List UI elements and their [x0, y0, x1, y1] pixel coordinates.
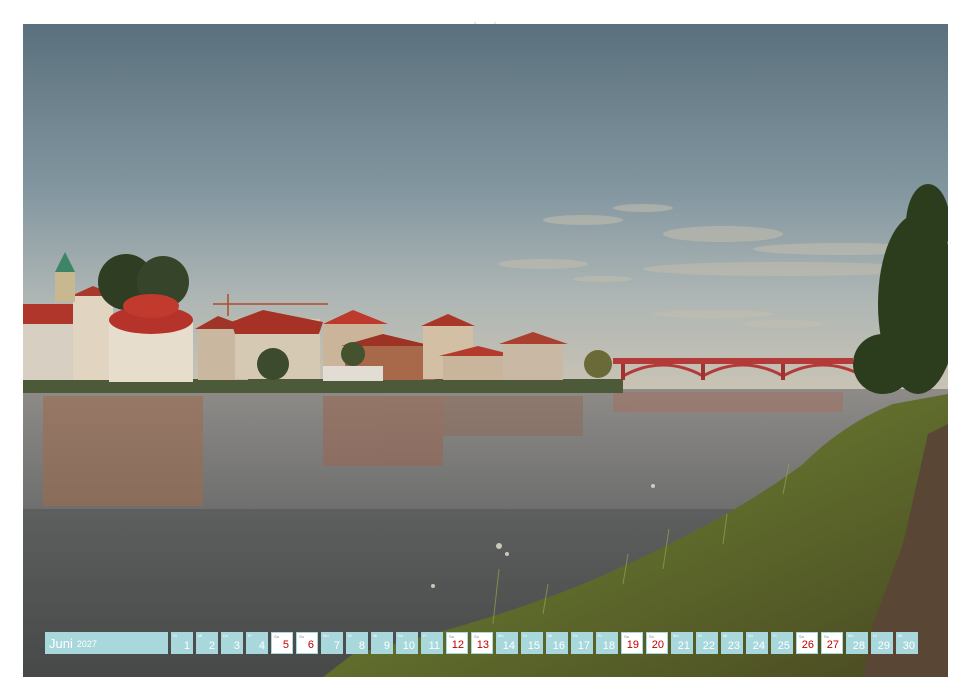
- weekday-abbr: Do: [398, 633, 404, 638]
- weekday-abbr: Mo: [673, 633, 679, 638]
- weekday-abbr: Mi: [198, 633, 203, 638]
- day-number: 26: [801, 639, 814, 651]
- day-number: 8: [358, 640, 365, 652]
- day-number: 17: [577, 640, 590, 652]
- weekday-abbr: Mo: [848, 633, 854, 638]
- weekday-abbr: Fr: [423, 633, 427, 638]
- day-number: 24: [752, 640, 765, 652]
- weekday-abbr: Do: [223, 633, 229, 638]
- day-cell: Mo 7: [321, 632, 343, 654]
- day-cell: Di 1: [171, 632, 193, 654]
- day-cell: Sa 19: [621, 632, 643, 654]
- day-number: 23: [727, 640, 740, 652]
- day-cell: Mo 21: [671, 632, 693, 654]
- day-number: 28: [852, 640, 865, 652]
- weekday-abbr: Fr: [248, 633, 252, 638]
- day-cell: Sa 5: [271, 632, 293, 654]
- weekday-abbr: Do: [573, 633, 579, 638]
- day-number: 1: [183, 640, 190, 652]
- day-number: 18: [602, 640, 615, 652]
- day-cell: Di 22: [696, 632, 718, 654]
- day-number: 10: [402, 640, 415, 652]
- day-number: 12: [451, 639, 464, 651]
- day-number: 22: [702, 640, 715, 652]
- day-cell: Fr 25: [771, 632, 793, 654]
- month-label: Juni 2027: [45, 632, 168, 654]
- day-number: 7: [333, 640, 340, 652]
- day-number: 14: [502, 640, 515, 652]
- weekday-abbr: Di: [873, 633, 877, 638]
- day-number: 3: [233, 640, 240, 652]
- day-cell: Mi 9: [371, 632, 393, 654]
- day-cell: So 27: [821, 632, 843, 654]
- weekday-abbr: So: [299, 634, 304, 639]
- day-cell: So 13: [471, 632, 493, 654]
- river-town-photo: [23, 24, 948, 677]
- weekday-abbr: Di: [523, 633, 527, 638]
- day-cell: Di 8: [346, 632, 368, 654]
- day-cell: Di 29: [871, 632, 893, 654]
- weekday-abbr: Mi: [723, 633, 728, 638]
- calendar-page: Juni 2027 Di 1 Mi 2 Do 3 Fr 4 Sa 5 So 6 Mo 7 Di 8 Mi 9 Do 1…: [0, 0, 971, 700]
- day-cell: Do 3: [221, 632, 243, 654]
- day-number: 13: [476, 639, 489, 651]
- day-number: 27: [826, 639, 839, 651]
- day-number: 29: [877, 640, 890, 652]
- weekday-abbr: Fr: [773, 633, 777, 638]
- day-cell: Fr 11: [421, 632, 443, 654]
- day-cell: Fr 18: [596, 632, 618, 654]
- weekday-abbr: Mo: [323, 633, 329, 638]
- day-cell: Sa 26: [796, 632, 818, 654]
- weekday-abbr: Di: [173, 633, 177, 638]
- day-number: 4: [258, 640, 265, 652]
- weekday-abbr: Sa: [274, 634, 279, 639]
- weekday-abbr: Mi: [548, 633, 553, 638]
- day-number: 9: [383, 640, 390, 652]
- day-cell: Mi 2: [196, 632, 218, 654]
- day-cell: Mi 23: [721, 632, 743, 654]
- day-cell: Mi 30: [896, 632, 918, 654]
- day-cell: Mo 28: [846, 632, 868, 654]
- day-number: 15: [527, 640, 540, 652]
- weekday-abbr: Mi: [373, 633, 378, 638]
- weekday-abbr: Mi: [898, 633, 903, 638]
- day-cell: Do 24: [746, 632, 768, 654]
- day-cell: Mo 14: [496, 632, 518, 654]
- weekday-abbr: Fr: [598, 633, 602, 638]
- weekday-abbr: Di: [348, 633, 352, 638]
- day-cell: Sa 12: [446, 632, 468, 654]
- day-number: 11: [428, 640, 440, 652]
- day-number: 16: [552, 640, 565, 652]
- month-name: Juni: [49, 635, 73, 651]
- day-cell: So 20: [646, 632, 668, 654]
- day-number: 6: [307, 639, 314, 651]
- day-number: 20: [651, 639, 664, 651]
- day-number: 19: [626, 639, 639, 651]
- day-cell: Do 10: [396, 632, 418, 654]
- day-number: 5: [282, 639, 289, 651]
- day-cell: Mi 16: [546, 632, 568, 654]
- day-number: 2: [208, 640, 215, 652]
- calendar-bar: Juni 2027 Di 1 Mi 2 Do 3 Fr 4 Sa 5 So 6 Mo 7 Di 8 Mi 9 Do 1…: [45, 632, 918, 654]
- day-number: 30: [902, 640, 915, 652]
- day-cell: Fr 4: [246, 632, 268, 654]
- weekday-abbr: Di: [698, 633, 702, 638]
- day-number: 25: [777, 640, 790, 652]
- day-number: 21: [677, 640, 690, 652]
- weekday-abbr: Mo: [498, 633, 504, 638]
- day-cell: Di 15: [521, 632, 543, 654]
- day-cell: So 6: [296, 632, 318, 654]
- day-cell: Do 17: [571, 632, 593, 654]
- month-year: 2027: [76, 639, 97, 649]
- weekday-abbr: Do: [748, 633, 754, 638]
